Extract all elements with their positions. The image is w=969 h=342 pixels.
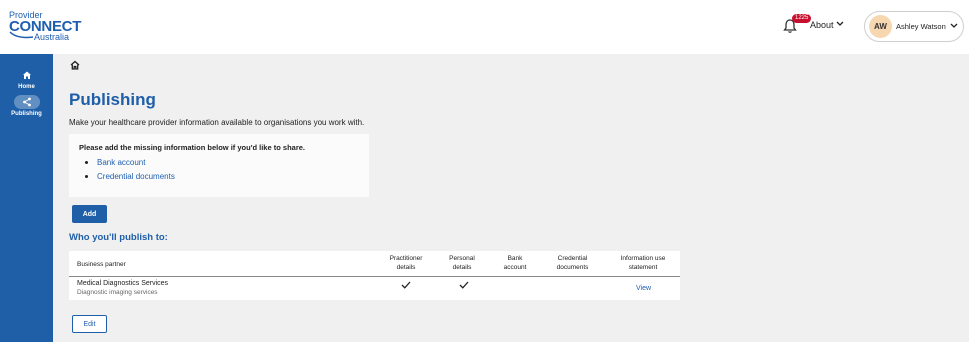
column-header-bank-account: Bank account xyxy=(503,255,527,271)
user-menu-button[interactable]: AW Ashley Watson xyxy=(864,11,964,42)
section-heading: Who you'll publish to: xyxy=(69,232,168,243)
sidebar-item-home[interactable]: Home xyxy=(0,68,53,90)
column-header-personal-details: Personal details xyxy=(449,255,475,271)
logo-line-3: Australia xyxy=(34,32,70,42)
logo-swoosh-icon xyxy=(9,31,34,39)
missing-item-bank-account-link[interactable]: Bank account xyxy=(83,158,175,167)
checkmark-icon xyxy=(401,281,411,289)
home-icon xyxy=(22,71,31,79)
page-title: Publishing xyxy=(69,90,156,109)
table-row: Medical Diagnostics Services Diagnostic … xyxy=(69,277,680,300)
share-icon xyxy=(22,97,31,107)
add-button[interactable]: Add xyxy=(72,205,107,223)
notification-count-badge: 1225 xyxy=(792,14,812,23)
chevron-down-icon xyxy=(950,23,958,28)
user-name: Ashley Watson xyxy=(896,22,946,31)
sidebar-item-label: Publishing xyxy=(11,111,42,117)
partner-name: Medical Diagnostics Services xyxy=(77,280,169,287)
sidebar: Home Publishing xyxy=(0,54,53,342)
sidebar-item-publishing[interactable]: Publishing xyxy=(0,95,53,117)
column-header-practitioner-details: Practitioner details xyxy=(389,255,423,271)
missing-info-list: Bank account Credential documents xyxy=(83,158,175,186)
column-header-information-use-statement: Information use statement xyxy=(620,255,666,271)
page-description: Make your healthcare provider informatio… xyxy=(69,118,365,127)
missing-item-credential-documents-link[interactable]: Credential documents xyxy=(83,172,175,181)
breadcrumb-home-icon[interactable] xyxy=(70,60,80,70)
avatar: AW xyxy=(869,15,892,38)
missing-info-notice: Please add the missing information below… xyxy=(69,134,369,197)
chevron-down-icon[interactable] xyxy=(836,21,844,27)
about-menu-button[interactable]: About xyxy=(810,20,834,30)
view-information-statement-link[interactable]: View xyxy=(636,285,651,292)
column-header-business-partner: Business partner xyxy=(77,261,126,268)
top-header: Provider CONNECT Australia 1225 About AW… xyxy=(0,0,969,54)
column-header-credential-documents: Credential documents xyxy=(556,255,589,271)
publish-partners-table: Business partner Practitioner details Pe… xyxy=(69,251,680,300)
partner-subtitle: Diagnostic imaging services xyxy=(77,289,158,296)
missing-info-title: Please add the missing information below… xyxy=(79,143,305,152)
edit-button[interactable]: Edit xyxy=(72,315,107,333)
provider-connect-logo[interactable]: Provider CONNECT Australia xyxy=(9,11,81,43)
checkmark-icon xyxy=(459,281,469,289)
sidebar-item-label: Home xyxy=(18,84,35,90)
